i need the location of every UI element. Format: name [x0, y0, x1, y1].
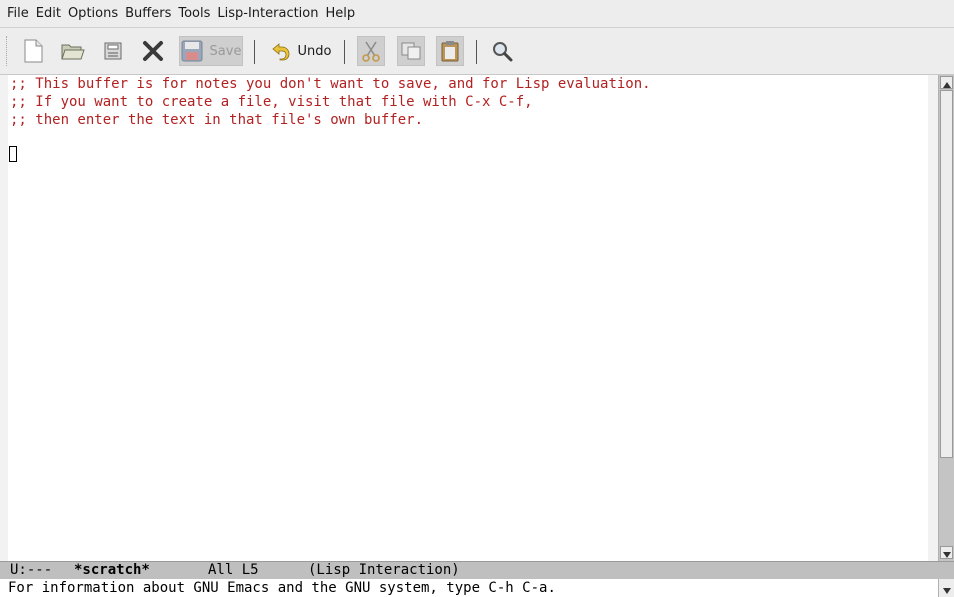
echo-scroll-button[interactable] — [938, 579, 954, 597]
close-icon — [142, 40, 164, 62]
modeline-position: All L5 — [208, 562, 259, 578]
scroll-up-button[interactable] — [940, 76, 953, 89]
floppy-disk-icon — [181, 40, 203, 62]
tool-bar: Save Undo — [0, 28, 954, 75]
menu-help[interactable]: Help — [323, 0, 359, 28]
copy-icon — [400, 41, 422, 61]
buffer-line: ;; This buffer is for notes you don't wa… — [10, 76, 651, 92]
toolbar-separator — [344, 40, 345, 64]
text-area[interactable]: ;; This buffer is for notes you don't wa… — [0, 75, 938, 561]
modeline-major-mode[interactable]: (Lisp Interaction) — [308, 562, 460, 578]
echo-area: For information about GNU Emacs and the … — [0, 579, 938, 597]
new-file-icon — [22, 39, 44, 63]
paste-button[interactable] — [436, 36, 464, 66]
toolbar-grip — [6, 36, 10, 66]
menu-tools[interactable]: Tools — [175, 0, 213, 28]
search-icon — [491, 40, 513, 62]
search-button[interactable] — [489, 36, 515, 66]
copy-button[interactable] — [397, 36, 425, 66]
dired-icon — [103, 41, 123, 61]
new-file-button[interactable] — [20, 36, 46, 66]
text-cursor — [9, 146, 17, 162]
undo-label: Undo — [297, 43, 332, 59]
modeline-buffer-name[interactable]: *scratch* — [74, 562, 150, 578]
cut-icon — [361, 40, 381, 62]
undo-button[interactable]: Undo — [268, 36, 334, 66]
buffer-line: ;; If you want to create a file, visit t… — [10, 94, 533, 110]
undo-arrow-icon — [271, 41, 291, 61]
menu-bar: File Edit Options Buffers Tools Lisp-Int… — [0, 0, 954, 28]
vertical-scrollbar[interactable] — [938, 75, 954, 561]
open-file-button[interactable] — [60, 36, 86, 66]
right-fringe — [928, 75, 938, 561]
save-label: Save — [209, 43, 242, 59]
scroll-down-button[interactable] — [940, 546, 953, 559]
kill-buffer-button[interactable] — [140, 36, 166, 66]
menu-edit[interactable]: Edit — [33, 0, 64, 28]
open-folder-icon — [61, 41, 85, 61]
menu-options[interactable]: Options — [65, 0, 121, 28]
buffer-line: ;; then enter the text in that file's ow… — [10, 112, 424, 128]
scroll-track-upper[interactable] — [940, 90, 953, 458]
echo-message: For information about GNU Emacs and the … — [8, 580, 556, 596]
mode-line[interactable]: U:--- *scratch* All L5 (Lisp Interaction… — [0, 561, 954, 579]
toolbar-separator — [476, 40, 477, 64]
cut-button[interactable] — [357, 36, 385, 66]
arrow-down-icon — [942, 543, 951, 562]
modeline-status: U:--- — [10, 562, 53, 578]
dired-button[interactable] — [101, 36, 125, 66]
menu-buffers[interactable]: Buffers — [122, 0, 174, 28]
left-fringe — [0, 75, 8, 561]
paste-icon — [440, 40, 460, 62]
toolbar-separator — [254, 40, 255, 64]
menu-file[interactable]: File — [4, 0, 32, 28]
save-button[interactable]: Save — [179, 36, 243, 66]
arrow-down-icon — [942, 579, 951, 597]
menu-lisp-interaction[interactable]: Lisp-Interaction — [214, 0, 321, 28]
